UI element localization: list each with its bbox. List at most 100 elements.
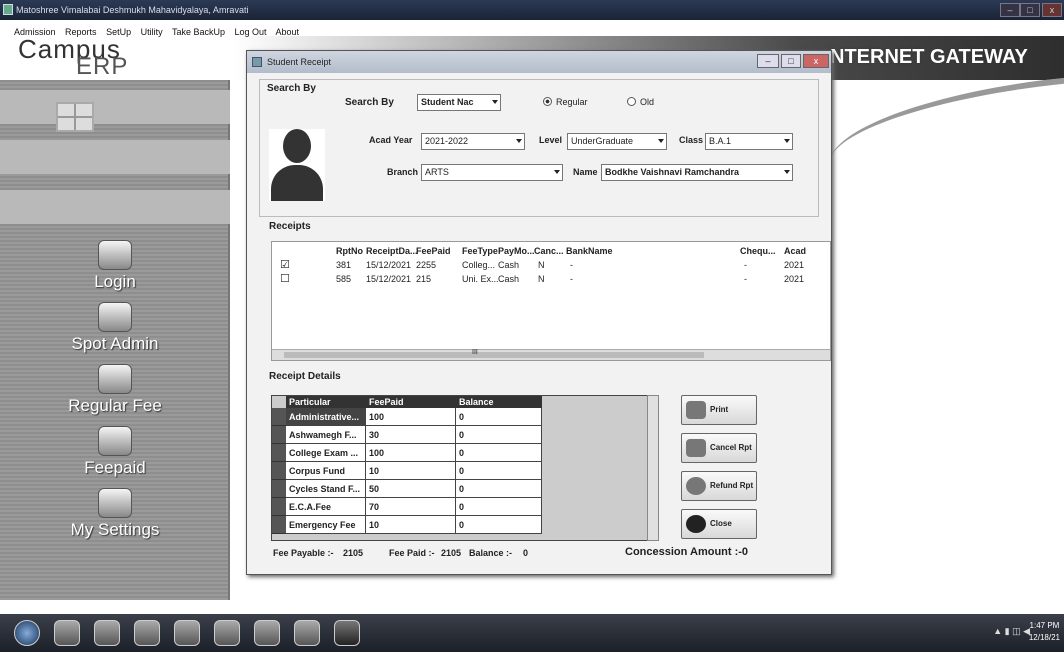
browser-icon[interactable] [214,620,240,646]
document-icon [98,364,132,394]
wrench-icon [98,488,132,518]
notepad-icon[interactable] [254,620,280,646]
system-tray-icons[interactable]: ▲ ▮ ◫ ◀ [993,626,1030,637]
details-vertical-scrollbar[interactable] [647,395,659,541]
printer-icon [686,401,706,419]
table-row[interactable]: College Exam ... 100 0 [272,444,542,462]
search-by-value: Student Nac [421,97,474,107]
nav-regular-fee[interactable]: Regular Fee [0,364,230,416]
scrollbar-thumb[interactable] [284,352,704,358]
taskbar-clock[interactable]: 1:47 PM 12/18/21 [1029,620,1060,644]
cell-balance: 0 [456,426,542,444]
nav-label: My Settings [70,520,160,539]
cell-particular: Corpus Fund [286,462,366,480]
table-row[interactable]: Cycles Stand F... 50 0 [272,480,542,498]
table-row[interactable]: Corpus Fund 10 0 [272,462,542,480]
nav-feepaid[interactable]: Feepaid [0,426,230,478]
refund-receipt-button[interactable]: Refund Rpt [681,471,757,501]
nav-my-settings[interactable]: My Settings [0,488,230,540]
cancel-label: Cancel Rpt [710,443,752,452]
name-value: Bodkhe Vaishnavi Ramchandra [605,167,740,177]
cell-particular: Administrative... [286,408,366,426]
dialog-icon [252,57,262,67]
maximize-button[interactable]: □ [1020,3,1040,17]
class-select[interactable]: B.A.1 [705,133,793,150]
cell-paymode: Cash [498,260,520,270]
fee-paid-label: Fee Paid :- [389,548,435,558]
row-header [272,444,286,462]
menu-take-backup[interactable]: Take BackUp [172,27,225,37]
branch-select[interactable]: ARTS [421,164,563,181]
table-row[interactable]: Administrative... 100 0 [272,408,542,426]
col-cancel: Canc... [534,246,564,256]
nav-label: Login [94,272,136,291]
row-checkbox[interactable]: ☐ [280,272,290,285]
cell-feepaid: 10 [366,516,456,534]
cell-particular: Cycles Stand F... [286,480,366,498]
refund-icon [686,477,706,495]
spreadsheet-icon[interactable] [174,620,200,646]
paint-icon[interactable] [294,620,320,646]
menu-utility[interactable]: Utility [141,27,163,37]
cell-balance: 0 [456,498,542,516]
radio-old[interactable]: Old [627,97,654,107]
cell-particular: Emergency Fee [286,516,366,534]
cancel-receipt-icon [686,439,706,457]
table-row[interactable]: Emergency Fee 10 0 [272,516,542,534]
chevron-down-icon [784,170,790,174]
name-label: Name [573,167,598,177]
receipts-label: Receipts [269,221,311,232]
receipt-details-label: Receipt Details [269,371,341,382]
cell-feetype: Uni. Ex... [462,274,499,284]
close-button[interactable]: Close [681,509,757,539]
row-header [272,516,286,534]
chevron-down-icon [784,139,790,143]
horizontal-scrollbar[interactable]: III [272,349,830,360]
cell-balance: 0 [456,444,542,462]
radio-regular[interactable]: Regular [543,97,588,107]
close-window-button[interactable]: x [1042,3,1062,17]
student-photo [269,129,325,201]
app-g-icon[interactable] [134,620,160,646]
nav-spot-admin[interactable]: Spot Admin [0,302,230,354]
row-checkbox[interactable]: ☑ [280,258,290,271]
cell-cancel: N [538,260,545,270]
dialog-minimize-button[interactable]: – [757,54,779,68]
start-button-icon[interactable] [14,620,40,646]
media-player-icon[interactable] [94,620,120,646]
cancel-receipt-button[interactable]: Cancel Rpt [681,433,757,463]
cell-feepaid: 100 [366,408,456,426]
acad-year-select[interactable]: 2021-2022 [421,133,525,150]
cell-date: 15/12/2021 [366,274,412,284]
cell-feepaid: 215 [416,274,432,284]
radio-old-label: Old [640,97,655,107]
taskbar: ▲ ▮ ◫ ◀ 1:47 PM 12/18/21 [0,614,1064,652]
branch-label: Branch [387,167,419,177]
avatar-body [271,165,323,201]
cell-feepaid: 70 [366,498,456,516]
close-icon [686,515,706,533]
row-header [272,462,286,480]
brand-logo: Campus ERP [18,36,127,79]
menu-log-out[interactable]: Log Out [234,27,266,37]
fee-paid-value: 2105 [441,548,462,558]
name-select[interactable]: Bodkhe Vaishnavi Ramchandra [601,164,793,181]
acad-year-value: 2021-2022 [425,136,469,146]
col-paymode: PayMo... [498,246,535,256]
dialog-maximize-button[interactable]: □ [781,54,801,68]
nav-login[interactable]: Login [0,240,230,292]
dialog-close-button[interactable]: x [803,54,829,68]
erp-app-icon[interactable] [334,620,360,646]
menu-about[interactable]: About [276,27,300,37]
cell-particular: Ashwamegh F... [286,426,366,444]
level-select[interactable]: UnderGraduate [567,133,667,150]
print-button[interactable]: Print [681,395,757,425]
table-row[interactable]: E.C.A.Fee 70 0 [272,498,542,516]
search-by-select[interactable]: Student Nac [417,94,501,111]
fee-payable-value: 2105 [343,548,364,558]
ie-icon[interactable] [54,620,80,646]
col-balance: Balance [456,396,542,408]
minimize-button[interactable]: – [1000,3,1020,17]
table-row[interactable]: Ashwamegh F... 30 0 [272,426,542,444]
col-cheque: Chequ... [740,246,776,256]
